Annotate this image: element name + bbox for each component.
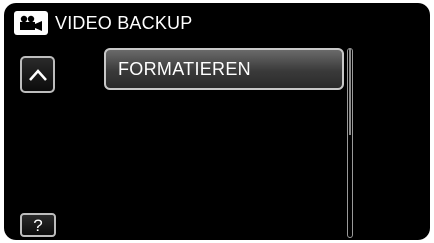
help-icon: ?: [33, 215, 43, 235]
menu-item-formatieren[interactable]: FORMATIEREN: [104, 48, 344, 90]
scrollbar-thumb[interactable]: [349, 49, 351, 135]
camera-menu-screen: VIDEO BACKUP FORMATIEREN ?: [4, 3, 430, 240]
page-title: VIDEO BACKUP: [55, 13, 193, 33]
menu-item-label: FORMATIEREN: [118, 58, 251, 79]
scroll-up-button[interactable]: [20, 56, 55, 93]
video-camera-icon: [14, 11, 48, 35]
chevron-up-icon: [28, 68, 47, 81]
help-button[interactable]: ?: [20, 213, 56, 237]
scrollbar[interactable]: [347, 48, 353, 238]
